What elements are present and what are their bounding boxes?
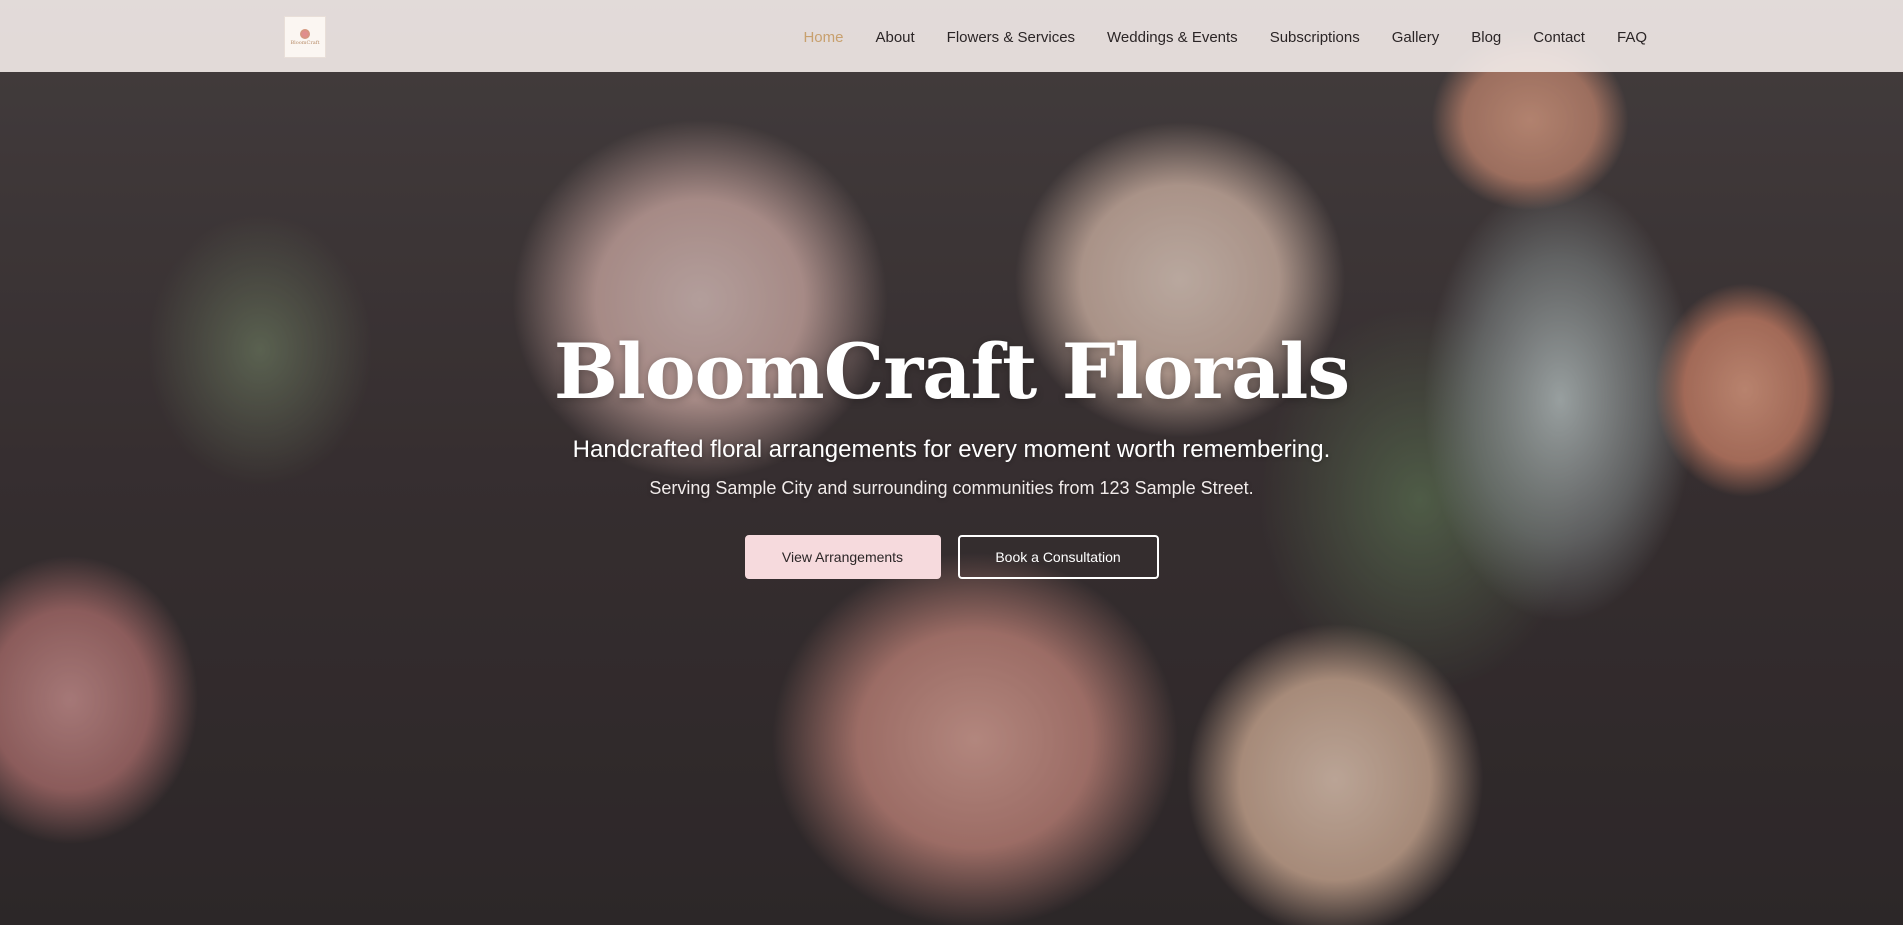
navbar: BloomCraft Home About Flowers & Services… — [0, 0, 1903, 72]
book-consultation-button[interactable]: Book a Consultation — [957, 534, 1159, 579]
nav-link-weddings-events[interactable]: Weddings & Events — [1107, 29, 1238, 46]
hero-buttons: View Arrangements Book a Consultation — [0, 534, 1903, 579]
view-arrangements-button[interactable]: View Arrangements — [744, 534, 941, 579]
site-logo[interactable]: BloomCraft — [284, 16, 326, 58]
nav-link-faq[interactable]: FAQ — [1617, 29, 1647, 46]
nav-link-contact[interactable]: Contact — [1533, 29, 1585, 46]
logo-text: BloomCraft — [290, 39, 320, 46]
nav-link-gallery[interactable]: Gallery — [1392, 29, 1440, 46]
nav-link-subscriptions[interactable]: Subscriptions — [1270, 29, 1360, 46]
flower-logo-icon — [300, 28, 310, 39]
nav-link-blog[interactable]: Blog — [1471, 29, 1501, 46]
hero-tagline: Serving Sample City and surrounding comm… — [649, 477, 1254, 498]
hero-section: BloomCraft Florals Handcrafted floral ar… — [0, 330, 1903, 579]
nav-link-home[interactable]: Home — [803, 29, 843, 46]
nav-link-flowers-services[interactable]: Flowers & Services — [947, 29, 1075, 46]
hero-subtitle: Handcrafted floral arrangements for ever… — [572, 435, 1331, 463]
main-nav: Home About Flowers & Services Weddings &… — [771, 0, 1647, 72]
nav-link-about[interactable]: About — [875, 29, 914, 46]
hero-title: BloomCraft Florals — [553, 327, 1350, 416]
page: BloomCraft Home About Flowers & Services… — [0, 0, 1903, 925]
